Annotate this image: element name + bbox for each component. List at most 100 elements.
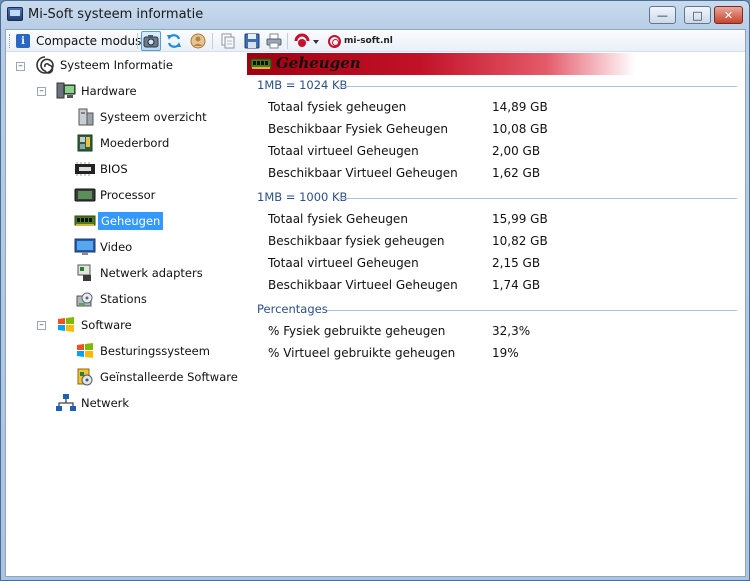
info-value: 2,00 GB [492, 144, 541, 158]
tree-label-software: Software [81, 318, 132, 332]
operating-system-icon [74, 341, 96, 361]
info-row: Beschikbaar Virtueel Geheugen 1,74 GB [268, 278, 728, 296]
drives-icon [74, 289, 96, 309]
minimize-icon: — [657, 8, 668, 22]
tree-node-bios[interactable]: BIOS [74, 159, 128, 179]
mi-soft-link[interactable]: mi-soft.nl [328, 33, 393, 49]
system-overview-icon [74, 107, 96, 127]
swirl-icon [34, 55, 56, 75]
tree-label-hardware: Hardware [81, 84, 137, 98]
toolbar-separator [137, 33, 138, 49]
copy-button[interactable] [218, 31, 238, 51]
bios-chip-icon [74, 159, 96, 179]
tree-node-besturingssysteem[interactable]: Besturingssysteem [74, 341, 210, 361]
tree-node-netwerk-adapters[interactable]: Netwerk adapters [74, 263, 203, 283]
app-icon [7, 7, 23, 21]
user-button[interactable] [188, 31, 208, 51]
tree-node-systeem-informatie[interactable]: Systeem Informatie [34, 55, 173, 75]
print-button[interactable] [264, 31, 284, 51]
info-row: Beschikbaar fysiek geheugen 10,82 GB [268, 234, 728, 252]
info-label: Beschikbaar fysiek geheugen [268, 234, 445, 248]
installed-software-icon [74, 367, 96, 387]
tree-label-geheugen: Geheugen [98, 212, 164, 230]
info-value: 10,08 GB [492, 122, 548, 136]
info-label: Totaal virtueel Geheugen [268, 144, 419, 158]
compact-mode-button[interactable]: i Compacte modus [16, 32, 141, 50]
info-row: Totaal fysiek geheugen 14,89 GB [268, 100, 728, 118]
printer-icon [266, 33, 282, 49]
tree-label-video: Video [100, 240, 133, 254]
tree-node-geheugen[interactable]: Geheugen [74, 211, 164, 231]
info-row: Beschikbaar Fysiek Geheugen 10,08 GB [268, 122, 728, 140]
tree-label-moederbord: Moederbord [100, 136, 170, 150]
tree-node-software[interactable]: Software [55, 315, 132, 335]
windows-logo-icon [55, 315, 77, 335]
tree-node-stations[interactable]: Stations [74, 289, 147, 309]
info-label: % Fysiek gebruikte geheugen [268, 324, 446, 338]
brand-text: mi-soft.nl [344, 36, 393, 46]
close-icon: ✕ [723, 8, 734, 22]
navigation-tree: – Systeem Informatie – Hardware Systeem … [6, 52, 246, 576]
tree-label-netwerk: Netwerk [81, 396, 130, 410]
info-label: Totaal virtueel Geheugen [268, 256, 419, 270]
info-value: 19% [492, 346, 519, 360]
app-window: Mi-Soft systeem informatie — □ ✕ i Compa… [0, 0, 750, 581]
tree-node-video[interactable]: Video [74, 237, 132, 257]
info-label: % Virtueel gebruikte geheugen [268, 346, 456, 360]
window-title: Mi-Soft systeem informatie [28, 7, 204, 22]
tree-node-geinstalleerde-software[interactable]: Geïnstalleerde Software [74, 367, 238, 387]
tree-node-processor[interactable]: Processor [74, 185, 155, 205]
detail-panel: Geheugen 1MB = 1024 KB Totaal fysiek geh… [247, 52, 745, 576]
mi-soft-dropdown-button[interactable] [291, 31, 321, 51]
tree-expander-hardware[interactable]: – [37, 87, 46, 96]
info-row: % Virtueel gebruikte geheugen 19% [268, 346, 728, 364]
info-value: 1,62 GB [492, 166, 541, 180]
copy-icon [221, 33, 235, 49]
refresh-button[interactable] [164, 31, 184, 51]
close-button[interactable]: ✕ [714, 6, 743, 24]
tree-label-stations: Stations [100, 292, 147, 306]
network-icon [55, 393, 77, 413]
monitor-icon [74, 237, 96, 257]
network-adapter-icon [74, 263, 96, 283]
processor-icon [74, 185, 96, 205]
tree-label-netwerk-adapters: Netwerk adapters [100, 266, 203, 280]
info-label: Beschikbaar Virtueel Geheugen [268, 166, 458, 180]
tree-label-geinstalleerde-software: Geïnstalleerde Software [100, 370, 238, 384]
info-row: % Fysiek gebruikte geheugen 32,3% [268, 324, 728, 342]
tree-node-systeem-overzicht[interactable]: Systeem overzicht [74, 107, 207, 127]
toolbar-separator [287, 33, 288, 49]
info-row: Beschikbaar Virtueel Geheugen 1,62 GB [268, 166, 728, 184]
tree-label-root: Systeem Informatie [60, 58, 173, 72]
info-row: Totaal virtueel Geheugen 2,15 GB [268, 256, 728, 274]
tree-expander-root[interactable]: – [16, 62, 25, 71]
screenshot-button[interactable] [141, 31, 161, 51]
info-value: 15,99 GB [492, 212, 548, 226]
info-value: 10,82 GB [492, 234, 548, 248]
info-row: Totaal virtueel Geheugen 2,00 GB [268, 144, 728, 162]
title-bar[interactable]: Mi-Soft systeem informatie — □ ✕ [1, 1, 749, 29]
toolbar-separator [212, 33, 213, 49]
mi-soft-swirl-icon [328, 34, 341, 48]
section-divider [327, 310, 737, 311]
section-divider [339, 198, 737, 199]
maximize-button[interactable]: □ [684, 6, 711, 24]
computer-icon [55, 81, 77, 101]
info-label: Beschikbaar Fysiek Geheugen [268, 122, 448, 136]
info-row: Totaal fysiek Geheugen 15,99 GB [268, 212, 728, 230]
save-button[interactable] [242, 31, 262, 51]
toolbar-grip[interactable] [9, 34, 12, 48]
tree-node-hardware[interactable]: Hardware [55, 81, 137, 101]
page-title: Geheugen [276, 54, 361, 72]
tree-expander-software[interactable]: – [37, 321, 46, 330]
info-label: Beschikbaar Virtueel Geheugen [268, 278, 458, 292]
tree-node-moederbord[interactable]: Moederbord [74, 133, 169, 153]
memory-icon [74, 211, 96, 231]
info-icon: i [16, 34, 30, 48]
tree-node-netwerk[interactable]: Netwerk [55, 393, 129, 413]
tree-label-processor: Processor [100, 188, 156, 202]
tree-label-besturingssysteem: Besturingssysteem [100, 344, 210, 358]
minimize-button[interactable]: — [649, 6, 676, 24]
info-value: 2,15 GB [492, 256, 541, 270]
client-area: i Compacte modus mi-soft.nl – Systeem In… [5, 29, 746, 577]
